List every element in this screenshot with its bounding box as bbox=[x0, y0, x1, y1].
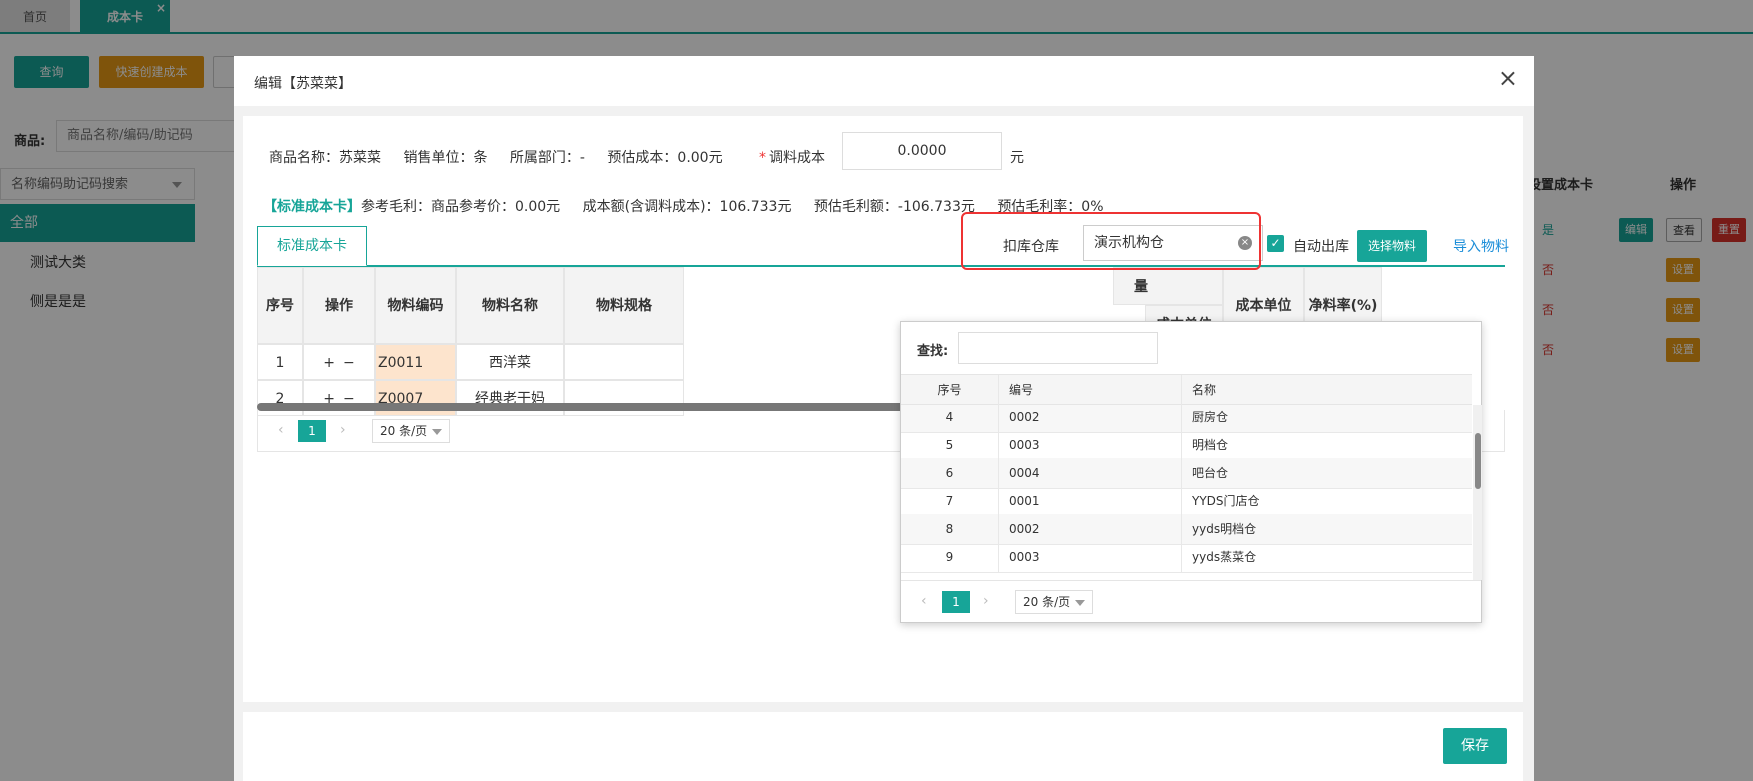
next-page-icon[interactable]: › bbox=[983, 593, 989, 609]
dd-header-index: 序号 bbox=[901, 375, 999, 405]
page-size-value: 20 条/页 bbox=[380, 424, 428, 438]
dd-index: 6 bbox=[901, 458, 999, 488]
list-item[interactable]: 5 0003 明档仓 bbox=[901, 430, 1472, 461]
minus-icon[interactable]: − bbox=[343, 355, 355, 371]
modal-header: 编辑【苏菜菜】 × bbox=[234, 56, 1534, 106]
page-size-select[interactable]: 20 条/页 bbox=[372, 419, 450, 443]
material-spec-cell bbox=[564, 344, 684, 380]
modal-footer: 保存 bbox=[243, 712, 1523, 781]
dd-code: 0002 bbox=[999, 405, 1182, 432]
page-number[interactable]: 1 bbox=[942, 591, 970, 613]
header-material-spec: 物料规格 bbox=[564, 267, 684, 344]
header-action: 操作 bbox=[303, 267, 375, 344]
list-item[interactable]: 9 0003 yyds蒸菜仓 bbox=[901, 542, 1472, 573]
estimated-cost: 预估成本：0.00元 bbox=[607, 150, 723, 166]
list-item[interactable]: 8 0002 yyds明档仓 bbox=[901, 514, 1472, 545]
modal-title: 编辑【苏菜菜】 bbox=[254, 76, 352, 92]
tab-standard-cost-card[interactable]: 标准成本卡 bbox=[257, 226, 367, 266]
dd-header-code: 编号 bbox=[999, 375, 1182, 405]
goods-name: 商品名称：苏菜菜 bbox=[269, 150, 381, 166]
edit-modal: 编辑【苏菜菜】 × 商品名称：苏菜菜 销售单位：条 所属部门：- 预估成本：0.… bbox=[234, 56, 1534, 781]
sale-unit: 销售单位：条 bbox=[403, 150, 488, 166]
dd-index: 9 bbox=[901, 542, 999, 572]
dd-code: 0003 bbox=[999, 430, 1182, 460]
page-size-value: 20 条/页 bbox=[1023, 595, 1071, 609]
scroll-thumb[interactable] bbox=[1475, 433, 1481, 489]
dd-index: 7 bbox=[901, 486, 999, 516]
estimated-profit: 预估毛利额：-106.733元 bbox=[813, 199, 975, 215]
chevron-down-icon bbox=[432, 429, 442, 435]
prev-page-icon[interactable]: ‹ bbox=[921, 593, 927, 609]
select-material-button[interactable]: 选择物料 bbox=[1357, 230, 1427, 262]
header-material-name: 物料名称 bbox=[456, 267, 564, 344]
warehouse-dropdown: 查找: 序号 编号 名称 4 0002 厨房仓 5 0003 明档仓 6 000… bbox=[900, 321, 1482, 623]
dd-name: 明档仓 bbox=[1192, 438, 1229, 452]
dropdown-search-input[interactable] bbox=[958, 332, 1158, 364]
auto-out-label: 自动出库 bbox=[1293, 239, 1349, 255]
header-index: 序号 bbox=[257, 267, 303, 344]
header-material-code: 物料编码 bbox=[375, 267, 456, 344]
standard-cost-tag: 【标准成本卡】 bbox=[263, 199, 361, 215]
dropdown-rows: 4 0002 厨房仓 5 0003 明档仓 6 0004 吧台仓 7 0001 bbox=[901, 405, 1472, 580]
list-item[interactable]: 7 0001 YYDS门店仓 bbox=[901, 486, 1472, 517]
dd-header-name: 名称 bbox=[1192, 383, 1217, 397]
dd-name: 厨房仓 bbox=[1192, 410, 1229, 424]
close-icon[interactable]: × bbox=[1498, 66, 1518, 90]
save-button[interactable]: 保存 bbox=[1443, 728, 1507, 764]
seasoning-cost-label: * 调料成本 bbox=[759, 150, 825, 166]
material-code-cell[interactable]: Z0011 bbox=[375, 344, 456, 380]
dropdown-header: 序号 编号 名称 bbox=[901, 374, 1472, 405]
dd-index: 8 bbox=[901, 514, 999, 544]
dd-index: 4 bbox=[901, 405, 999, 432]
highlight-box bbox=[961, 212, 1261, 270]
dd-index: 5 bbox=[901, 430, 999, 460]
dd-code: 0003 bbox=[999, 542, 1182, 572]
dropdown-search-label: 查找: bbox=[917, 344, 949, 359]
page-number[interactable]: 1 bbox=[298, 420, 326, 442]
list-item[interactable]: 6 0004 吧台仓 bbox=[901, 458, 1472, 489]
cost-amount: 成本额(含调料成本)：106.733元 bbox=[582, 199, 792, 215]
reference-profit: 参考毛利：商品参考价：0.00元 bbox=[361, 199, 561, 215]
next-page-icon[interactable]: › bbox=[340, 422, 346, 438]
dropdown-scrollbar[interactable] bbox=[1473, 405, 1482, 580]
dd-name: 吧台仓 bbox=[1192, 466, 1229, 480]
dropdown-pagination: ‹ 1 › 20 条/页 bbox=[901, 580, 1481, 623]
yuan-unit: 元 bbox=[1010, 150, 1024, 166]
chevron-down-icon bbox=[1075, 600, 1085, 606]
dd-code: 0001 bbox=[999, 486, 1182, 516]
dd-name: YYDS门店仓 bbox=[1192, 494, 1260, 508]
modal-body: 商品名称：苏菜菜 销售单位：条 所属部门：- 预估成本：0.00元 * 调料成本 … bbox=[243, 116, 1523, 702]
row-index: 1 bbox=[257, 344, 303, 380]
dd-name: yyds明档仓 bbox=[1192, 522, 1257, 536]
plus-icon[interactable]: + bbox=[323, 355, 335, 371]
auto-out-checkbox[interactable]: ✓ bbox=[1267, 235, 1284, 252]
dd-name: yyds蒸菜仓 bbox=[1192, 550, 1257, 564]
material-name-cell: 西洋菜 bbox=[456, 344, 564, 380]
goods-info-row: 商品名称：苏菜菜 销售单位：条 所属部门：- 预估成本：0.00元 bbox=[269, 147, 741, 167]
department: 所属部门：- bbox=[509, 150, 585, 166]
required-star: * bbox=[759, 150, 766, 166]
dd-code: 0004 bbox=[999, 458, 1182, 488]
row-actions: + − bbox=[303, 344, 375, 380]
dd-code: 0002 bbox=[999, 514, 1182, 544]
prev-page-icon[interactable]: ‹ bbox=[278, 422, 284, 438]
import-material-link[interactable]: 导入物料 bbox=[1453, 236, 1509, 256]
seasoning-cost-input[interactable]: 0.0000 bbox=[842, 132, 1002, 170]
page-size-select[interactable]: 20 条/页 bbox=[1015, 590, 1093, 614]
list-item[interactable]: 4 0002 厨房仓 bbox=[901, 405, 1472, 433]
header-quantity-group: 量 bbox=[1113, 267, 1223, 305]
